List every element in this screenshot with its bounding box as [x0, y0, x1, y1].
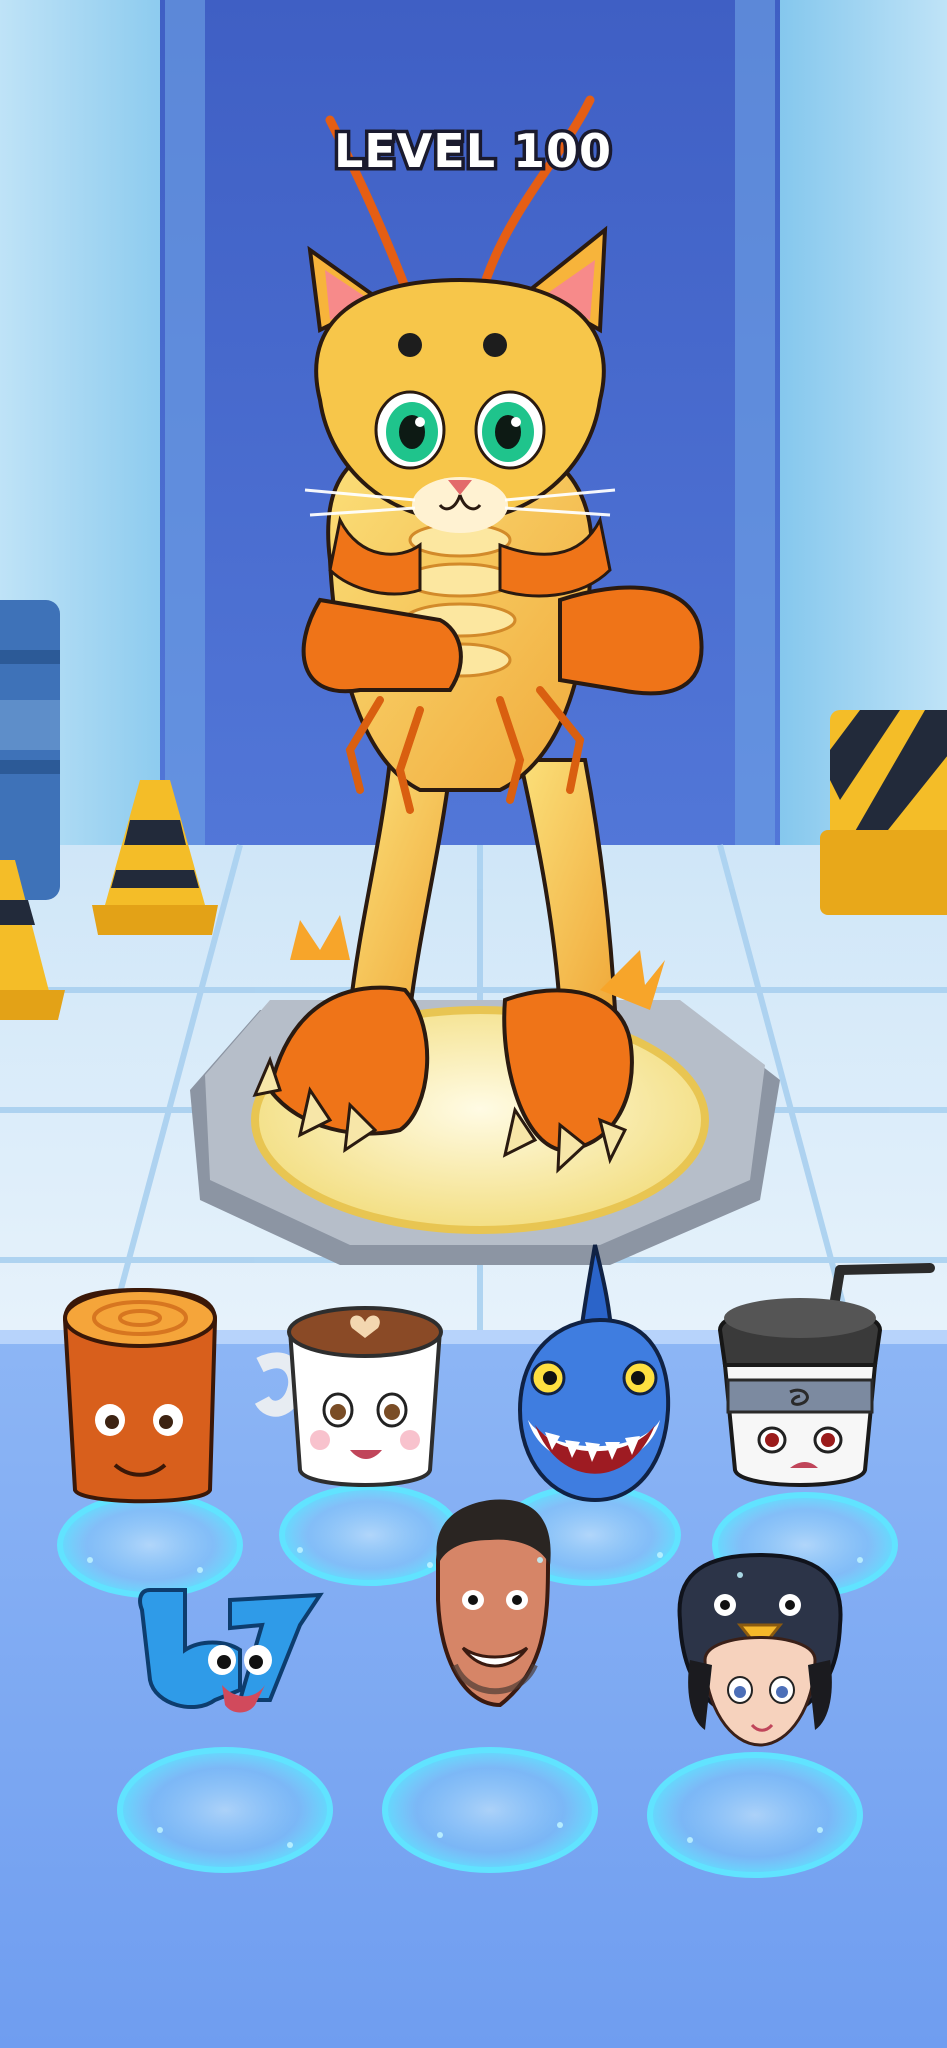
level-title: LEVEL 100 — [334, 124, 612, 178]
spawn-pad[interactable] — [57, 1492, 243, 1598]
spawn-pad[interactable] — [382, 1747, 598, 1873]
penguin-hood-girl-head-icon[interactable] — [677, 1552, 843, 1747]
spawn-pedestal — [190, 1000, 780, 1265]
road-barrier-prop — [820, 710, 947, 915]
spawn-pad[interactable] — [647, 1752, 863, 1878]
spawn-pad[interactable] — [279, 1484, 461, 1586]
barrel-prop — [0, 600, 60, 900]
wood-log-head-icon[interactable] — [62, 1287, 218, 1504]
game-scene: LEVEL 100 — [0, 0, 947, 2048]
scene-canvas: LEVEL 100 — [0, 0, 947, 2048]
spawn-pad[interactable] — [117, 1747, 333, 1873]
